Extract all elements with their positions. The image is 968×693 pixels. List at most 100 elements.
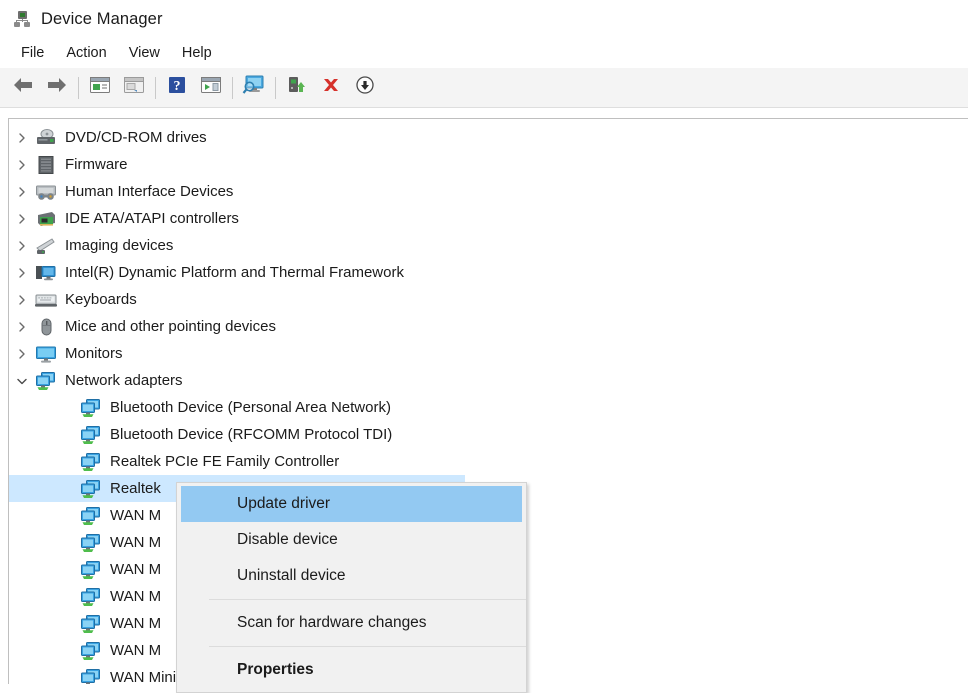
dvd-drive-icon bbox=[35, 128, 57, 148]
device-manager-icon bbox=[12, 9, 32, 29]
uninstall-device-button[interactable] bbox=[314, 72, 348, 104]
window-title: Device Manager bbox=[41, 9, 163, 28]
context-menu-item[interactable]: Uninstall device bbox=[181, 558, 522, 594]
play-window-icon bbox=[200, 75, 222, 100]
tree-item-label: IDE ATA/ATAPI controllers bbox=[65, 210, 239, 227]
tree-item[interactable]: Intel(R) Dynamic Platform and Thermal Fr… bbox=[9, 259, 968, 286]
network-adapter-icon bbox=[80, 398, 102, 418]
help-window-icon bbox=[123, 75, 145, 100]
network-adapter-icon bbox=[80, 641, 102, 661]
monitor-icon bbox=[35, 344, 57, 364]
menubar-item-help[interactable]: Help bbox=[171, 42, 223, 64]
help-button[interactable]: ? bbox=[160, 72, 194, 104]
scan-for-hardware-changes-button[interactable] bbox=[237, 72, 271, 104]
network-adapter-icon bbox=[80, 614, 102, 634]
context-menu-separator bbox=[209, 646, 526, 647]
tree-item-label: Monitors bbox=[65, 345, 123, 362]
tree-item[interactable]: Network adapters bbox=[9, 367, 968, 394]
tree-item[interactable]: Human Interface Devices bbox=[9, 178, 968, 205]
tree-item[interactable]: Imaging devices bbox=[9, 232, 968, 259]
tree-item-label: Bluetooth Device (RFCOMM Protocol TDI) bbox=[110, 426, 393, 443]
menubar-item-action[interactable]: Action bbox=[55, 42, 117, 64]
network-adapter-icon bbox=[80, 425, 102, 445]
context-menu-item[interactable]: Disable device bbox=[181, 522, 522, 558]
forward-button[interactable] bbox=[40, 72, 74, 104]
hid-icon bbox=[35, 182, 57, 202]
show-hide-console-tree-button[interactable] bbox=[117, 72, 151, 104]
back-button[interactable] bbox=[6, 72, 40, 104]
chevron-right-icon[interactable] bbox=[9, 240, 35, 252]
tree-item[interactable]: Bluetooth Device (Personal Area Network) bbox=[9, 394, 968, 421]
tree-item-label: Bluetooth Device (Personal Area Network) bbox=[110, 399, 391, 416]
network-adapter-icon bbox=[80, 506, 102, 526]
tree-item[interactable]: Realtek PCIe FE Family Controller bbox=[9, 448, 968, 475]
context-menu-item[interactable]: Properties bbox=[181, 652, 522, 688]
disable-arrow-down-icon bbox=[354, 75, 376, 100]
context-menu-separator bbox=[209, 599, 526, 600]
network-adapter-icon bbox=[80, 452, 102, 472]
keyboard-icon bbox=[35, 290, 57, 310]
tree-item-label: Realtek bbox=[110, 480, 161, 497]
question-mark-icon: ? bbox=[166, 75, 188, 100]
tree-item-label: Firmware bbox=[65, 156, 128, 173]
tree-item-label: Human Interface Devices bbox=[65, 183, 234, 200]
context-menu-item[interactable]: Update driver bbox=[181, 486, 522, 522]
tree-item[interactable]: DVD/CD-ROM drives bbox=[9, 124, 968, 151]
update-driver-icon bbox=[286, 75, 308, 100]
chevron-right-icon[interactable] bbox=[9, 267, 35, 279]
tree-item-label: WAN M bbox=[110, 642, 162, 659]
toolbar-separator bbox=[78, 76, 79, 99]
back-arrow-icon bbox=[11, 75, 35, 100]
show-hide-action-pane-button[interactable] bbox=[194, 72, 228, 104]
forward-arrow-icon bbox=[45, 75, 69, 100]
network-adapter-icon bbox=[35, 371, 57, 391]
network-adapter-icon bbox=[80, 587, 102, 607]
chevron-right-icon[interactable] bbox=[9, 186, 35, 198]
chevron-right-icon[interactable] bbox=[9, 348, 35, 360]
red-x-icon bbox=[320, 75, 342, 100]
tree-item[interactable]: Bluetooth Device (RFCOMM Protocol TDI) bbox=[9, 421, 968, 448]
toolbar-separator bbox=[155, 76, 156, 99]
toolbar-separator bbox=[275, 76, 276, 99]
title-bar: Device Manager bbox=[0, 0, 968, 38]
tree-item-label: Intel(R) Dynamic Platform and Thermal Fr… bbox=[65, 264, 404, 281]
chevron-down-icon[interactable] bbox=[9, 376, 35, 386]
mouse-icon bbox=[35, 317, 57, 337]
chevron-right-icon[interactable] bbox=[9, 321, 35, 333]
context-menu[interactable]: Update driver Disable device Uninstall dev… bbox=[176, 482, 527, 693]
tree-item-label: Keyboards bbox=[65, 291, 137, 308]
tree-item[interactable]: IDE ATA/ATAPI controllers bbox=[9, 205, 968, 232]
disable-device-button[interactable] bbox=[348, 72, 382, 104]
chevron-right-icon[interactable] bbox=[9, 159, 35, 171]
properties-window-icon bbox=[89, 75, 111, 100]
tree-item-label: WAN M bbox=[110, 534, 162, 551]
network-adapter-icon bbox=[80, 668, 102, 684]
tree-item-label: Imaging devices bbox=[65, 237, 174, 254]
ide-controller-icon bbox=[35, 209, 57, 229]
menubar-item-file[interactable]: File bbox=[10, 42, 55, 64]
properties-button[interactable] bbox=[83, 72, 117, 104]
chevron-right-icon[interactable] bbox=[9, 294, 35, 306]
menubar-item-view[interactable]: View bbox=[118, 42, 171, 64]
tree-item-label: Network adapters bbox=[65, 372, 183, 389]
toolbar-separator bbox=[232, 76, 233, 99]
scan-monitor-icon bbox=[242, 74, 266, 101]
tree-item[interactable]: Monitors bbox=[9, 340, 968, 367]
context-menu-item[interactable]: Scan for hardware changes bbox=[181, 605, 522, 641]
tree-item-label: WAN M bbox=[110, 615, 162, 632]
chevron-right-icon[interactable] bbox=[9, 213, 35, 225]
tree-item-label: WAN M bbox=[110, 507, 162, 524]
tree-item-label: WAN M bbox=[110, 561, 162, 578]
network-adapter-icon bbox=[80, 479, 102, 499]
firmware-icon bbox=[35, 155, 57, 175]
toolbar: ? bbox=[0, 68, 968, 108]
update-driver-button[interactable] bbox=[280, 72, 314, 104]
svg-text:?: ? bbox=[174, 79, 181, 94]
network-adapter-icon bbox=[80, 533, 102, 553]
chevron-right-icon[interactable] bbox=[9, 132, 35, 144]
thermal-framework-icon bbox=[35, 263, 57, 283]
tree-item[interactable]: Keyboards bbox=[9, 286, 968, 313]
tree-item-label: WAN M bbox=[110, 588, 162, 605]
tree-item[interactable]: Mice and other pointing devices bbox=[9, 313, 968, 340]
tree-item[interactable]: Firmware bbox=[9, 151, 968, 178]
